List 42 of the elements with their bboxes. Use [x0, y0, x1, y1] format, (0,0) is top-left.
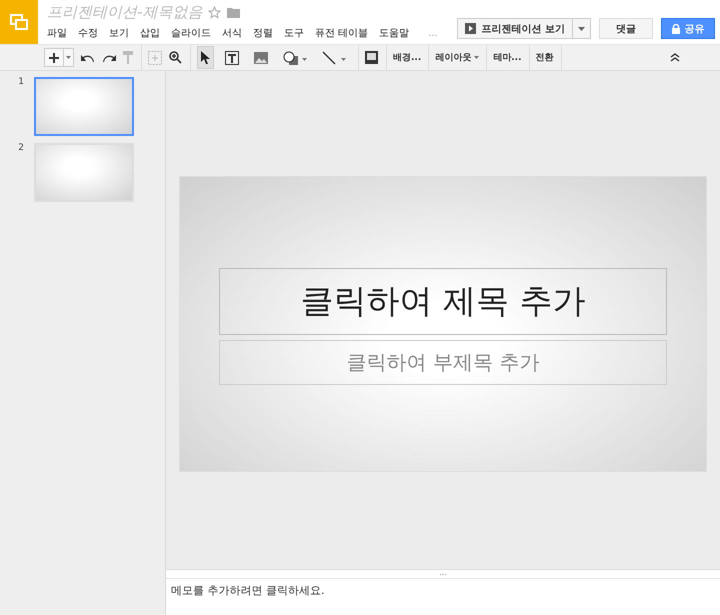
toolbar-button[interactable]: 레이아웃 — [435, 45, 488, 70]
present-button[interactable]: 프리젠테이션 보기 — [456, 18, 573, 39]
toolbar-button[interactable]: 테마... — [493, 45, 530, 70]
image-icon — [254, 52, 268, 64]
star-icon[interactable] — [208, 6, 222, 18]
notes-resize-handle[interactable]: ... — [439, 570, 447, 578]
menu-item[interactable]: 서식 — [222, 26, 242, 40]
play-icon — [464, 23, 476, 34]
new-slide-button[interactable] — [44, 48, 64, 67]
caret-icon — [66, 56, 71, 59]
collapse-icon[interactable] — [670, 53, 680, 62]
zoom-icon[interactable] — [169, 51, 182, 64]
slide-thumbnail[interactable] — [34, 77, 134, 136]
menu-item[interactable]: 삽입 — [140, 26, 160, 40]
menu-item[interactable]: 슬라이드 — [171, 26, 211, 40]
menu-item[interactable]: 파일 — [47, 26, 67, 40]
redo-icon[interactable] — [102, 52, 116, 62]
toolbar-button[interactable]: 전환 — [536, 45, 562, 70]
pointer-icon — [201, 51, 210, 64]
menu-item[interactable]: 보기 — [109, 26, 129, 40]
comments-button[interactable]: 댓글 — [599, 18, 653, 39]
title-placeholder[interactable]: 클릭하여 제목 추가 — [219, 268, 667, 335]
comment-box-icon[interactable] — [365, 51, 378, 64]
undo-icon[interactable] — [81, 52, 95, 62]
menu-item[interactable]: 정렬 — [253, 26, 273, 40]
notes-field[interactable]: 메모를 추가하려면 클릭하세요. — [166, 579, 720, 615]
slide-number: 1 — [17, 77, 24, 87]
plus-icon — [49, 52, 59, 62]
caret-icon — [578, 26, 585, 30]
menu-item[interactable]: 도구 — [284, 26, 304, 40]
tool-button[interactable] — [197, 46, 214, 69]
textbox-icon — [225, 50, 239, 64]
lock-icon — [672, 24, 680, 34]
menu-item[interactable]: 수정 — [78, 26, 98, 40]
present-dropdown-button[interactable] — [573, 18, 591, 39]
menu-item[interactable]: 퓨전 테이블 — [315, 26, 368, 40]
line-icon — [322, 50, 346, 64]
shape-icon — [283, 50, 307, 64]
new-slide-dropdown-button[interactable] — [64, 48, 74, 67]
menu-item[interactable]: 도움말 — [379, 26, 410, 40]
toolbar-button[interactable]: 배경... — [393, 45, 430, 70]
slide-number: 2 — [17, 143, 24, 153]
